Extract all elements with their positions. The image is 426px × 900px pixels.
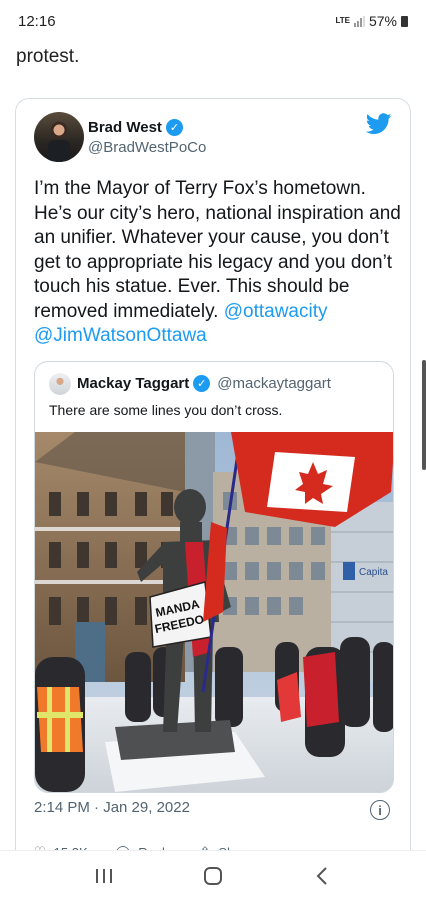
verified-badge-icon: ✓ — [165, 119, 183, 136]
back-icon — [316, 866, 327, 885]
home-button[interactable] — [193, 856, 233, 896]
mention-jimwatsonottawa[interactable]: @JimWatsonOttawa — [34, 325, 207, 346]
quoted-verified-badge-icon: ✓ — [193, 375, 211, 392]
lte-icon: LTE — [335, 16, 350, 25]
quoted-author-handle[interactable]: @mackaytaggart — [217, 375, 331, 392]
home-icon — [203, 866, 222, 885]
mention-ottawacity[interactable]: @ottawacity — [224, 301, 328, 322]
tweet-timestamp[interactable]: 2:14 PM · Jan 29, 2022 — [34, 799, 190, 816]
building-sign-text: Capita — [359, 567, 388, 578]
tweet-text: I’m the Mayor of Terry Fox’s hometown. H… — [34, 177, 404, 349]
embedded-tweet[interactable]: Brad West ✓ @BradWestPoCo I’m the Mayor … — [15, 98, 411, 898]
author-handle[interactable]: @BradWestPoCo — [88, 139, 206, 156]
recent-apps-button[interactable] — [84, 856, 124, 896]
recent-apps-icon — [96, 868, 113, 883]
info-icon[interactable]: i — [370, 800, 390, 820]
quoted-tweet[interactable]: Mackay Taggart ✓ @mackaytaggart There ar… — [34, 361, 394, 793]
signal-icon — [353, 15, 365, 27]
author-name-row[interactable]: Brad West ✓ — [88, 119, 183, 136]
quoted-author-name[interactable]: Mackay Taggart — [77, 375, 189, 392]
battery-icon — [401, 15, 408, 27]
author-avatar[interactable] — [34, 112, 84, 162]
back-button[interactable] — [302, 856, 342, 896]
statue-photo[interactable]: Capita MANDA FREEDO — [35, 432, 394, 792]
author-name[interactable]: Brad West — [88, 119, 162, 136]
capital-logo-icon — [343, 562, 355, 580]
status-time: 12:16 — [18, 12, 56, 30]
tweet-body: I’m the Mayor of Terry Fox’s hometown. H… — [34, 178, 401, 322]
battery-level: 57% — [368, 13, 397, 29]
status-icons: LTE 57% — [335, 13, 408, 29]
android-navigation-bar — [0, 850, 426, 900]
quoted-author-avatar[interactable] — [49, 373, 71, 395]
quoted-tweet-text: There are some lines you don’t cross. — [49, 402, 283, 418]
status-bar: 12:16 LTE 57% — [0, 0, 426, 42]
previous-post-text: protest. — [16, 46, 80, 67]
quoted-author-row[interactable]: Mackay Taggart ✓ @mackaytaggart — [77, 375, 331, 392]
twitter-bird-icon[interactable] — [366, 113, 392, 135]
scrollbar-handle[interactable] — [422, 360, 426, 470]
